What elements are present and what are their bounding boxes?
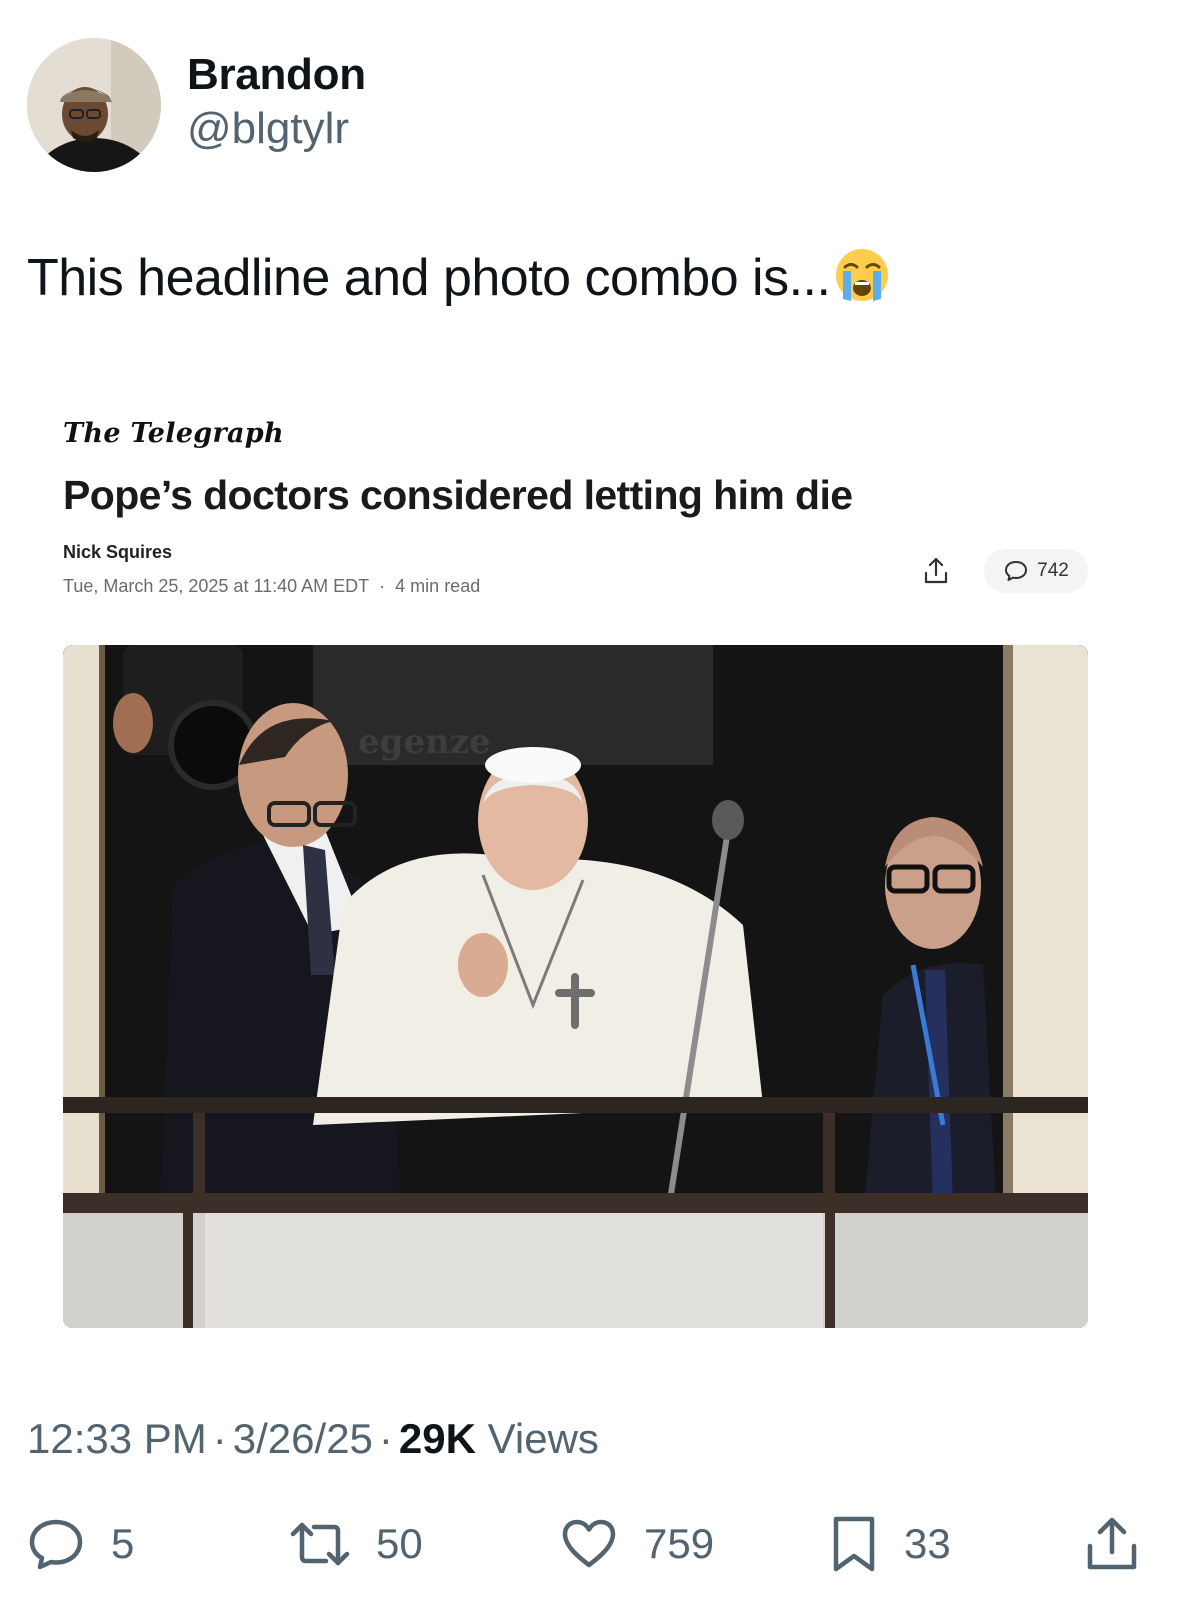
repost-icon: [290, 1522, 350, 1566]
views-count: 29K: [398, 1415, 476, 1462]
tweet-time: 12:33 PM: [27, 1415, 207, 1462]
article-date: Tue, March 25, 2025 at 11:40 AM EDT: [63, 576, 370, 596]
display-name[interactable]: Brandon: [187, 50, 366, 100]
share-button[interactable]: [1085, 1516, 1139, 1572]
tweet-text-body: This headline and photo combo is...: [27, 249, 831, 307]
repost-count: 50: [376, 1520, 423, 1567]
share-icon: [1087, 1517, 1137, 1570]
bookmark-count: 33: [904, 1520, 951, 1567]
avatar[interactable]: [27, 38, 161, 172]
publication-masthead: The Telegraph: [63, 418, 284, 449]
tweet-text: This headline and photo combo is...: [27, 247, 890, 316]
handle[interactable]: @blgtylr: [187, 104, 349, 154]
article-meta-separator: ·: [379, 576, 386, 596]
article-headline: Pope’s doctors considered letting him di…: [63, 472, 853, 518]
article-comment-count-value: 742: [1037, 560, 1069, 581]
like-count: 759: [644, 1520, 715, 1567]
repost-button[interactable]: 50: [290, 1516, 423, 1572]
reply-button[interactable]: 5: [27, 1516, 134, 1572]
views-label: Views: [487, 1415, 599, 1462]
bookmark-button[interactable]: 33: [830, 1516, 951, 1572]
timestamp-separator: ·: [212, 1415, 227, 1462]
reply-icon: [29, 1519, 83, 1570]
heart-icon: [562, 1519, 616, 1568]
article-share-icon: [913, 548, 959, 594]
photo-sign-text: egenze: [358, 722, 491, 762]
reply-count: 5: [111, 1520, 135, 1567]
article-read-time: 4 min read: [395, 576, 481, 596]
article-byline: Nick Squires: [63, 542, 173, 562]
tweet-date: 3/26/25: [232, 1415, 373, 1462]
views-separator: ·: [378, 1415, 393, 1462]
tweet-timestamp[interactable]: 12:33 PM · 3/26/25 · 29K Views: [27, 1415, 599, 1463]
comment-bubble-icon: [1005, 561, 1028, 581]
loudly-crying-face-icon: [834, 247, 890, 316]
article-photo[interactable]: egenze: [63, 645, 1088, 1328]
bookmark-icon: [833, 1516, 875, 1572]
article-meta: Tue, March 25, 2025 at 11:40 AM EDT · 4 mi…: [63, 576, 480, 597]
like-button[interactable]: 759: [560, 1516, 714, 1572]
article-comment-count: 742: [984, 549, 1088, 593]
